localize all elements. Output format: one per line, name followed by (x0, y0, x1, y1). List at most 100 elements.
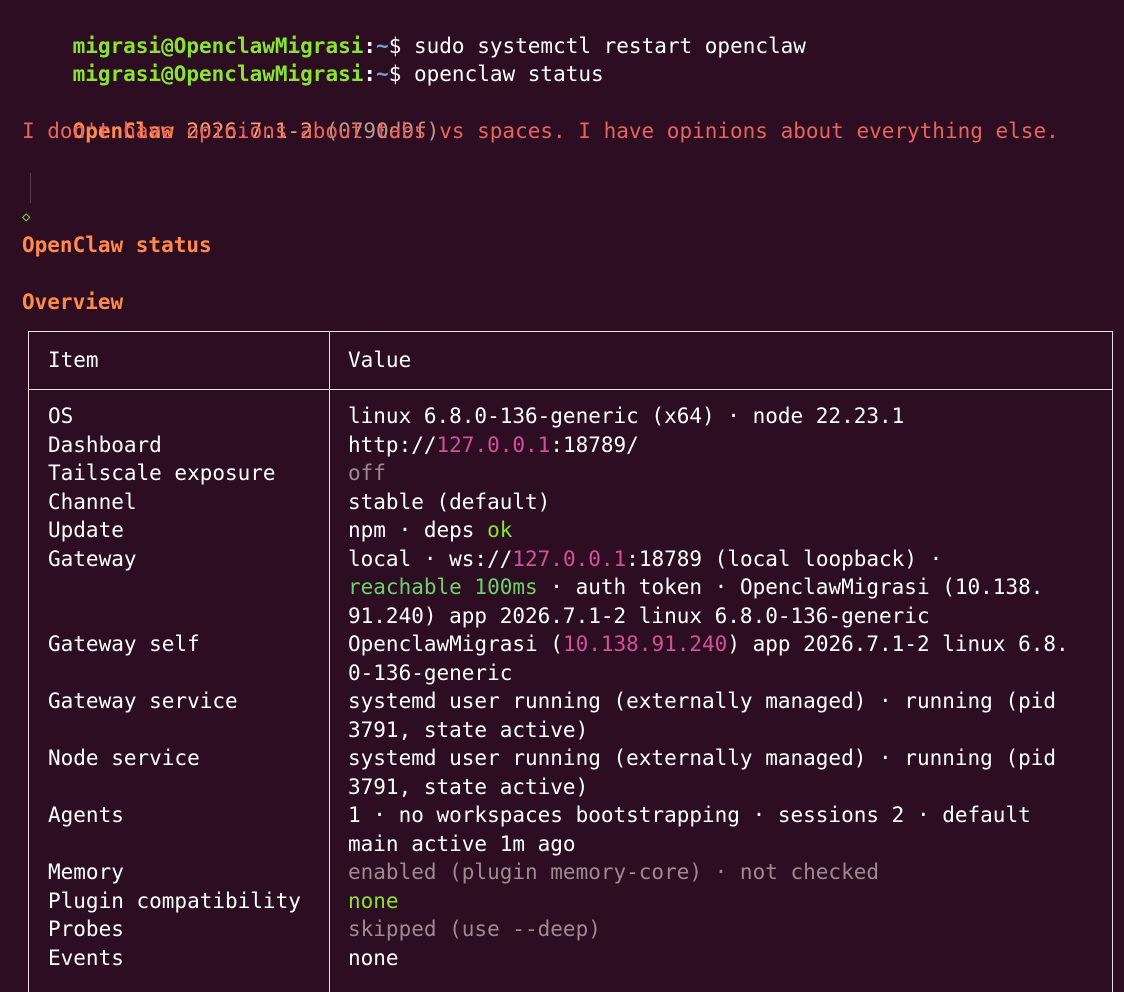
row-value: enabled (plugin memory-core) · not check… (348, 858, 1088, 887)
value-line: none (348, 887, 1088, 916)
row-key: OS (48, 404, 74, 428)
row-key: Update (48, 518, 124, 542)
row-key: Agents (48, 803, 124, 827)
table-row: Dashboard http://127.0.0.1:18789/ (29, 431, 1112, 460)
ip-address: 127.0.0.1 (512, 546, 627, 571)
value-text: local · ws:// (348, 546, 513, 571)
prompt-colon: : (363, 62, 377, 86)
value-text: none (348, 888, 399, 913)
value-line: 91.240) app 2026.7.1-2 linux 6.8.0-136-g… (348, 602, 1088, 631)
row-key: Channel (48, 489, 137, 514)
row-value: OpenclawMigrasi (10.138.91.240) app 2026… (348, 630, 1088, 687)
value-text: :18789 (local loopback) · (626, 546, 943, 571)
value-line: 3791, state active) (348, 716, 1088, 745)
header-value: Value (348, 348, 412, 372)
value-line: http://127.0.0.1:18789/ (348, 431, 1088, 460)
ip-address: 10.138.91.240 (562, 632, 728, 656)
value-text: skipped (use --deep) (348, 917, 601, 941)
ip-address: 127.0.0.1 (436, 432, 551, 457)
table-row: Gateway service systemd user running (ext… (29, 687, 1112, 744)
value-line: npm · deps ok (348, 516, 1088, 545)
row-value: systemd user running (externally managed… (348, 687, 1088, 744)
value-line: off (348, 459, 1088, 488)
row-key: Events (48, 945, 124, 970)
header-divider (29, 389, 1112, 390)
row-value: local · ws://127.0.0.1:18789 (local loop… (348, 545, 1088, 631)
value-text: OpenclawMigrasi ( (348, 632, 563, 656)
row-key: Memory (48, 860, 124, 884)
value-text: 0-136-generic (348, 660, 513, 685)
value-line: systemd user running (externally managed… (348, 687, 1088, 716)
value-line: local · ws://127.0.0.1:18789 (local loop… (348, 545, 1088, 574)
row-key: Tailscale exposure (48, 461, 276, 485)
row-value: none (348, 944, 1088, 973)
row-value: systemd user running (externally managed… (348, 744, 1088, 801)
value-line: 1 · no workspaces bootstrapping · sessio… (348, 801, 1088, 830)
row-value: off (348, 459, 1088, 488)
table-row: Gateway local · ws://127.0.0.1:18789 (loc… (29, 545, 1112, 631)
value-text: reachable 100ms (348, 575, 538, 599)
value-line: 3791, state active) (348, 773, 1088, 802)
value-text: ok (487, 518, 513, 542)
row-value: skipped (use --deep) (348, 915, 1088, 944)
prompt-dollar: $ (388, 62, 402, 86)
value-text: systemd user running (externally managed… (348, 746, 1057, 770)
value-line: skipped (use --deep) (348, 915, 1088, 944)
table-row: Update npm · deps ok (29, 516, 1112, 545)
value-line: reachable 100ms · auth token · OpenclawM… (348, 573, 1088, 602)
row-value: linux 6.8.0-136-generic (x64) · node 22.… (348, 402, 1088, 431)
table-row: Node service systemd user running (extern… (29, 744, 1112, 801)
command-text: openclaw status (414, 62, 604, 86)
value-text: 3791, state active) (348, 774, 589, 799)
terminal-window[interactable]: migrasi@OpenclawMigrasi:~$ sudo systemct… (0, 0, 1124, 992)
table-row: Agents 1 · no workspaces bootstrapping · … (29, 801, 1112, 858)
prompt-path: ~ (376, 62, 389, 86)
value-line: 0-136-generic (348, 659, 1088, 688)
row-key: Gateway (48, 546, 137, 571)
row-key: Probes (48, 917, 124, 941)
row-key: Plugin compatibility (48, 888, 301, 913)
row-key: Gateway self (48, 632, 200, 656)
value-line: OpenclawMigrasi (10.138.91.240) app 2026… (348, 630, 1088, 659)
row-value: stable (default) (348, 488, 1088, 517)
status-title: OpenClaw status (22, 233, 212, 257)
value-text: npm · deps (348, 518, 488, 542)
value-text: · auth token · OpenclawMigrasi (10.138. (537, 575, 1044, 599)
row-value: 1 · no workspaces bootstrapping · sessio… (348, 801, 1088, 858)
value-line: none (348, 944, 1088, 973)
value-text: stable (default) (348, 489, 551, 514)
value-text: 91.240) app 2026.7.1-2 linux 6.8.0-136-g… (348, 603, 930, 628)
value-line: linux 6.8.0-136-generic (x64) · node 22.… (348, 402, 1088, 431)
value-text: off (348, 461, 386, 485)
table-row: OS linux 6.8.0-136-generic (x64) · node 2… (29, 402, 1112, 431)
diamond-icon: ◇ (22, 209, 31, 225)
value-text: main active 1m ago (348, 831, 576, 856)
overview-table: Item Value OS linux 6.8.0-136-generic (x6… (28, 331, 1113, 992)
table-row: Memory enabled (plugin memory-core) · not… (29, 858, 1112, 887)
value-text: systemd user running (externally managed… (348, 689, 1057, 713)
prompt-user-host: migrasi@OpenclawMigrasi (72, 62, 364, 86)
table-row: Plugin compatibility none (29, 887, 1112, 916)
banner-line: OpenClaw 2026.7.1-2 (0790d9f) (22, 89, 440, 143)
row-value: http://127.0.0.1:18789/ (348, 431, 1088, 460)
value-text: :18789/ (550, 432, 639, 457)
row-value: none (348, 887, 1088, 916)
value-text: 1 · no workspaces bootstrapping · sessio… (348, 803, 1031, 827)
value-text: http:// (348, 432, 437, 457)
row-value: npm · deps ok (348, 516, 1088, 545)
value-text: 3791, state active) (348, 717, 589, 742)
command-line-2: migrasi@OpenclawMigrasi:~$ openclaw stat… (22, 32, 604, 86)
tree-connector-line (30, 173, 31, 203)
table-row: Probes skipped (use --deep) (29, 915, 1112, 944)
value-text: ) app 2026.7.1-2 linux 6.8. (727, 632, 1069, 656)
row-key: Dashboard (48, 432, 162, 457)
table-row: Gateway self OpenclawMigrasi (10.138.91.2… (29, 630, 1112, 687)
value-text: linux 6.8.0-136-generic (x64) · node 22.… (348, 404, 905, 428)
row-key: Node service (48, 746, 200, 770)
value-text: enabled (plugin memory-core) · not check… (348, 860, 880, 884)
section-title-overview: Overview (22, 290, 124, 314)
table-row: Events none (29, 944, 1112, 973)
value-text: none (348, 945, 399, 970)
tagline: I don't have opinions about tabs vs spac… (22, 119, 1059, 143)
value-line: stable (default) (348, 488, 1088, 517)
